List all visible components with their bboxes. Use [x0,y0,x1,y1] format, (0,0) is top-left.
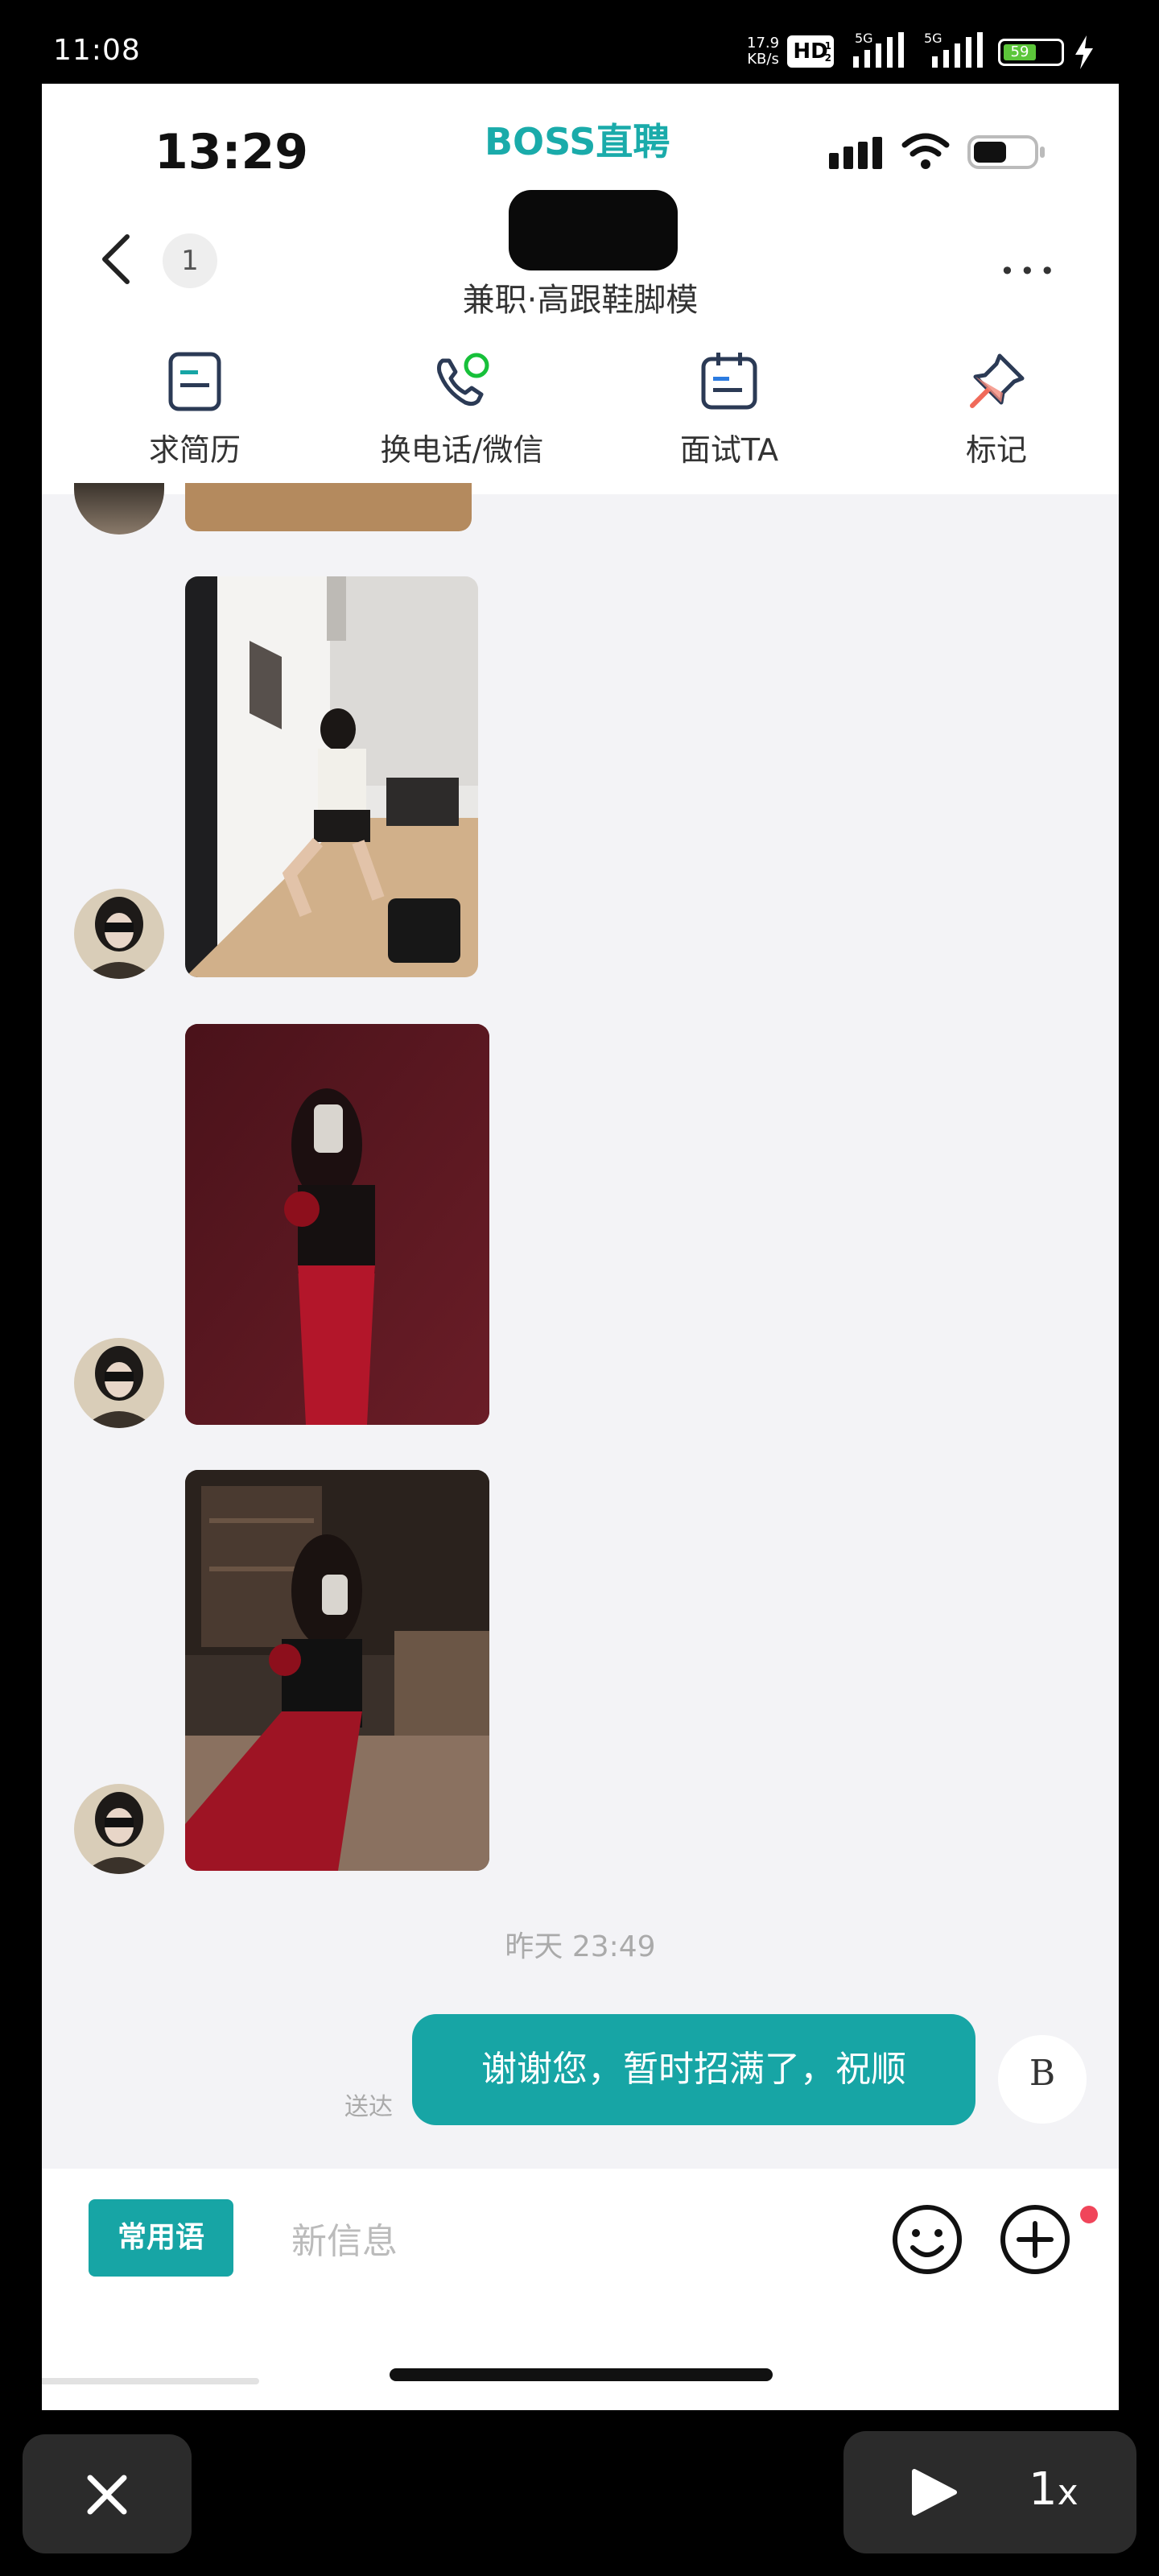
playback-speed-button[interactable]: 1x [1029,2463,1079,2516]
exchange-contact-button[interactable]: 换电话/微信 [341,349,583,469]
close-button[interactable] [23,2434,192,2553]
wifi-icon [901,133,950,169]
photo-message[interactable] [185,1470,489,1871]
more-options-button[interactable]: ••• [1000,256,1060,287]
emoji-icon[interactable] [890,2202,964,2277]
speed-suffix: x [1057,2472,1079,2513]
contact-avatar[interactable] [74,889,164,979]
brand-title: BOSS直聘 [485,120,670,163]
message-timestamp: 昨天 23:49 [505,1930,656,1963]
interview-button[interactable]: 面试TA [608,349,850,469]
resume-icon [168,352,221,411]
chat-screen: 13:29 BOSS直聘 1 兼职·高跟鞋脚模 ••• 求简历 换电话/微信 面… [42,84,1119,2410]
system-clock: 11:08 [53,34,141,67]
calendar-icon [701,353,757,410]
interview-label: 面试TA [679,432,779,468]
sent-message-bubble[interactable]: 谢谢您，暂时招满了，祝顺 [412,2014,975,2125]
avatar-image [74,1338,164,1428]
status-time: 13:29 [155,124,308,180]
pin-icon [970,353,1025,408]
net-speed-unit: KB/s [747,51,779,68]
photo-content [185,576,478,977]
scroll-indicator [42,2378,259,2384]
mark-label: 标记 [965,432,1027,468]
exchange-contact-label: 换电话/微信 [380,432,544,468]
play-icon[interactable] [908,2467,959,2518]
signal-icon [853,32,904,68]
contact-avatar[interactable] [74,483,164,535]
avatar-image [74,1784,164,1874]
photo-content [185,1024,489,1425]
redacted-name [509,190,678,270]
request-resume-button[interactable]: 求简历 [74,349,316,469]
avatar-image [74,889,164,979]
chat-header: 13:29 BOSS直聘 1 兼职·高跟鞋脚模 ••• 求简历 换电话/微信 面… [42,84,1119,494]
job-subtitle: 兼职·高跟鞋脚模 [462,282,699,319]
message-input[interactable]: 新信息 [291,2212,398,2264]
charging-icon [1075,35,1093,69]
mark-button[interactable]: 标记 [876,349,1117,469]
system-status-bar: 11:08 17.9 KB/s HD 1 2 5G 5G 59 [0,0,1159,84]
request-resume-label: 求简历 [148,432,241,468]
photo-message[interactable] [185,576,478,977]
delivery-status: 送达 [344,2093,393,2121]
photo-message[interactable] [185,483,472,531]
common-phrases-button[interactable]: 常用语 [89,2199,233,2277]
photo-message[interactable] [185,1024,489,1425]
close-icon [87,2475,127,2515]
plus-icon[interactable] [998,2202,1072,2277]
hd-icon: HD 1 2 [787,35,834,68]
net-speed-value: 17.9 [747,35,780,52]
hd-label: HD [793,39,828,64]
playback-controls: 1x [843,2431,1136,2553]
network-speed: 17.9 KB/s [747,35,779,68]
battery-level: 59 [1004,44,1036,60]
signal-icon-2 [932,32,983,68]
battery-icon [967,135,1045,169]
cell-signal-icon [829,137,882,169]
my-avatar[interactable]: B [998,2035,1087,2124]
battery-icon: 59 [998,39,1064,66]
contact-avatar[interactable] [74,1784,164,1874]
notification-dot [1080,2206,1098,2223]
home-indicator[interactable] [390,2368,773,2381]
hd-sub: 2 [824,52,831,64]
contact-avatar[interactable] [74,1338,164,1428]
photo-content [185,1470,489,1871]
phone-wechat-icon [437,353,489,407]
speed-value: 1 [1029,2463,1058,2516]
